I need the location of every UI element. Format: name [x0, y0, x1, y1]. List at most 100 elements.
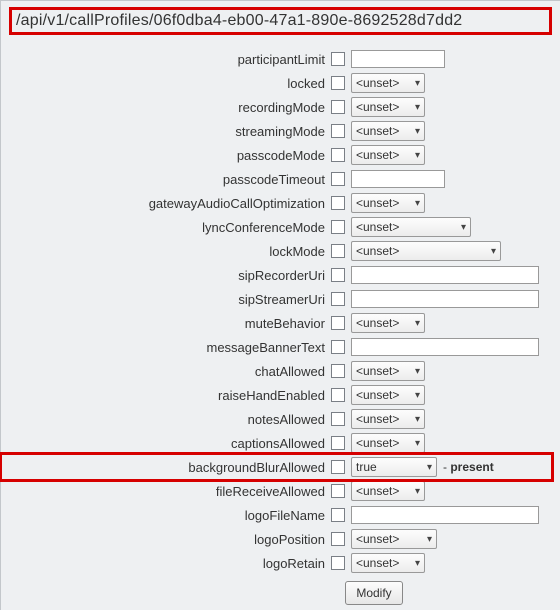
label-logoRetain: logoRetain: [1, 556, 331, 571]
row-backgroundBlurAllowed: backgroundBlurAllowed true▾ - present: [1, 454, 552, 480]
label-captionsAllowed: captionsAllowed: [1, 436, 331, 451]
row-sipStreamerUri: sipStreamerUri: [1, 287, 552, 311]
label-logoFileName: logoFileName: [1, 508, 331, 523]
row-lockMode: lockMode <unset>▾: [1, 239, 552, 263]
row-sipRecorderUri: sipRecorderUri: [1, 263, 552, 287]
suffix-backgroundBlurAllowed: - present: [443, 460, 494, 474]
checkbox-notesAllowed[interactable]: [331, 412, 345, 426]
chevron-down-icon: ▾: [415, 78, 420, 89]
label-raiseHandEnabled: raiseHandEnabled: [1, 388, 331, 403]
checkbox-locked[interactable]: [331, 76, 345, 90]
label-sipRecorderUri: sipRecorderUri: [1, 268, 331, 283]
chevron-down-icon: ▾: [415, 366, 420, 377]
row-passcodeMode: passcodeMode <unset>▾: [1, 143, 552, 167]
select-passcodeMode[interactable]: <unset>▾: [351, 145, 425, 165]
checkbox-muteBehavior[interactable]: [331, 316, 345, 330]
label-recordingMode: recordingMode: [1, 100, 331, 115]
checkbox-captionsAllowed[interactable]: [331, 436, 345, 450]
label-logoPosition: logoPosition: [1, 532, 331, 547]
label-lockMode: lockMode: [1, 244, 331, 259]
chevron-down-icon: ▾: [427, 534, 432, 545]
row-messageBannerText: messageBannerText: [1, 335, 552, 359]
input-sipStreamerUri[interactable]: [351, 290, 539, 308]
chevron-down-icon: ▾: [415, 150, 420, 161]
row-muteBehavior: muteBehavior <unset>▾: [1, 311, 552, 335]
label-streamingMode: streamingMode: [1, 124, 331, 139]
form: participantLimit locked <unset>▾ recordi…: [1, 47, 560, 605]
chevron-down-icon: ▾: [461, 222, 466, 233]
chevron-down-icon: ▾: [415, 438, 420, 449]
select-lockMode[interactable]: <unset>▾: [351, 241, 501, 261]
row-participantLimit: participantLimit: [1, 47, 552, 71]
chevron-down-icon: ▾: [415, 558, 420, 569]
label-messageBannerText: messageBannerText: [1, 340, 331, 355]
chevron-down-icon: ▾: [415, 390, 420, 401]
label-locked: locked: [1, 76, 331, 91]
chevron-down-icon: ▾: [415, 318, 420, 329]
select-logoPosition[interactable]: <unset>▾: [351, 529, 437, 549]
select-locked[interactable]: <unset>▾: [351, 73, 425, 93]
label-chatAllowed: chatAllowed: [1, 364, 331, 379]
checkbox-passcodeTimeout[interactable]: [331, 172, 345, 186]
chevron-down-icon: ▾: [415, 414, 420, 425]
row-streamingMode: streamingMode <unset>▾: [1, 119, 552, 143]
chevron-down-icon: ▾: [415, 198, 420, 209]
row-passcodeTimeout: passcodeTimeout: [1, 167, 552, 191]
checkbox-messageBannerText[interactable]: [331, 340, 345, 354]
checkbox-logoRetain[interactable]: [331, 556, 345, 570]
label-lyncConferenceMode: lyncConferenceMode: [1, 220, 331, 235]
checkbox-sipRecorderUri[interactable]: [331, 268, 345, 282]
label-notesAllowed: notesAllowed: [1, 412, 331, 427]
select-chatAllowed[interactable]: <unset>▾: [351, 361, 425, 381]
input-passcodeTimeout[interactable]: [351, 170, 445, 188]
checkbox-participantLimit[interactable]: [331, 52, 345, 66]
label-fileReceiveAllowed: fileReceiveAllowed: [1, 484, 331, 499]
label-sipStreamerUri: sipStreamerUri: [1, 292, 331, 307]
row-raiseHandEnabled: raiseHandEnabled <unset>▾: [1, 383, 552, 407]
row-logoRetain: logoRetain <unset>▾: [1, 551, 552, 575]
select-notesAllowed[interactable]: <unset>▾: [351, 409, 425, 429]
input-logoFileName[interactable]: [351, 506, 539, 524]
select-recordingMode[interactable]: <unset>▾: [351, 97, 425, 117]
select-captionsAllowed[interactable]: <unset>▾: [351, 433, 425, 453]
row-captionsAllowed: captionsAllowed <unset>▾: [1, 431, 552, 455]
checkbox-streamingMode[interactable]: [331, 124, 345, 138]
checkbox-chatAllowed[interactable]: [331, 364, 345, 378]
select-raiseHandEnabled[interactable]: <unset>▾: [351, 385, 425, 405]
label-participantLimit: participantLimit: [1, 52, 331, 67]
chevron-down-icon: ▾: [491, 246, 496, 257]
select-gatewayAudioCallOptimization[interactable]: <unset>▾: [351, 193, 425, 213]
select-logoRetain[interactable]: <unset>▾: [351, 553, 425, 573]
checkbox-recordingMode[interactable]: [331, 100, 345, 114]
chevron-down-icon: ▾: [427, 462, 432, 473]
select-lyncConferenceMode[interactable]: <unset>▾: [351, 217, 471, 237]
chevron-down-icon: ▾: [415, 102, 420, 113]
chevron-down-icon: ▾: [415, 486, 420, 497]
select-muteBehavior[interactable]: <unset>▾: [351, 313, 425, 333]
checkbox-logoFileName[interactable]: [331, 508, 345, 522]
checkbox-lyncConferenceMode[interactable]: [331, 220, 345, 234]
api-url-text: /api/v1/callProfiles/06f0dba4-eb00-47a1-…: [16, 12, 462, 30]
row-gatewayAudioCallOptimization: gatewayAudioCallOptimization <unset>▾: [1, 191, 552, 215]
row-recordingMode: recordingMode <unset>▾: [1, 95, 552, 119]
input-participantLimit[interactable]: [351, 50, 445, 68]
row-chatAllowed: chatAllowed <unset>▾: [1, 359, 552, 383]
select-streamingMode[interactable]: <unset>▾: [351, 121, 425, 141]
checkbox-fileReceiveAllowed[interactable]: [331, 484, 345, 498]
row-locked: locked <unset>▾: [1, 71, 552, 95]
checkbox-lockMode[interactable]: [331, 244, 345, 258]
checkbox-backgroundBlurAllowed[interactable]: [331, 460, 345, 474]
checkbox-raiseHandEnabled[interactable]: [331, 388, 345, 402]
checkbox-logoPosition[interactable]: [331, 532, 345, 546]
checkbox-gatewayAudioCallOptimization[interactable]: [331, 196, 345, 210]
select-fileReceiveAllowed[interactable]: <unset>▾: [351, 481, 425, 501]
label-gatewayAudioCallOptimization: gatewayAudioCallOptimization: [1, 196, 331, 211]
select-backgroundBlurAllowed[interactable]: true▾: [351, 457, 437, 477]
label-muteBehavior: muteBehavior: [1, 316, 331, 331]
checkbox-sipStreamerUri[interactable]: [331, 292, 345, 306]
input-messageBannerText[interactable]: [351, 338, 539, 356]
label-passcodeTimeout: passcodeTimeout: [1, 172, 331, 187]
checkbox-passcodeMode[interactable]: [331, 148, 345, 162]
modify-button[interactable]: Modify: [345, 581, 403, 605]
input-sipRecorderUri[interactable]: [351, 266, 539, 284]
